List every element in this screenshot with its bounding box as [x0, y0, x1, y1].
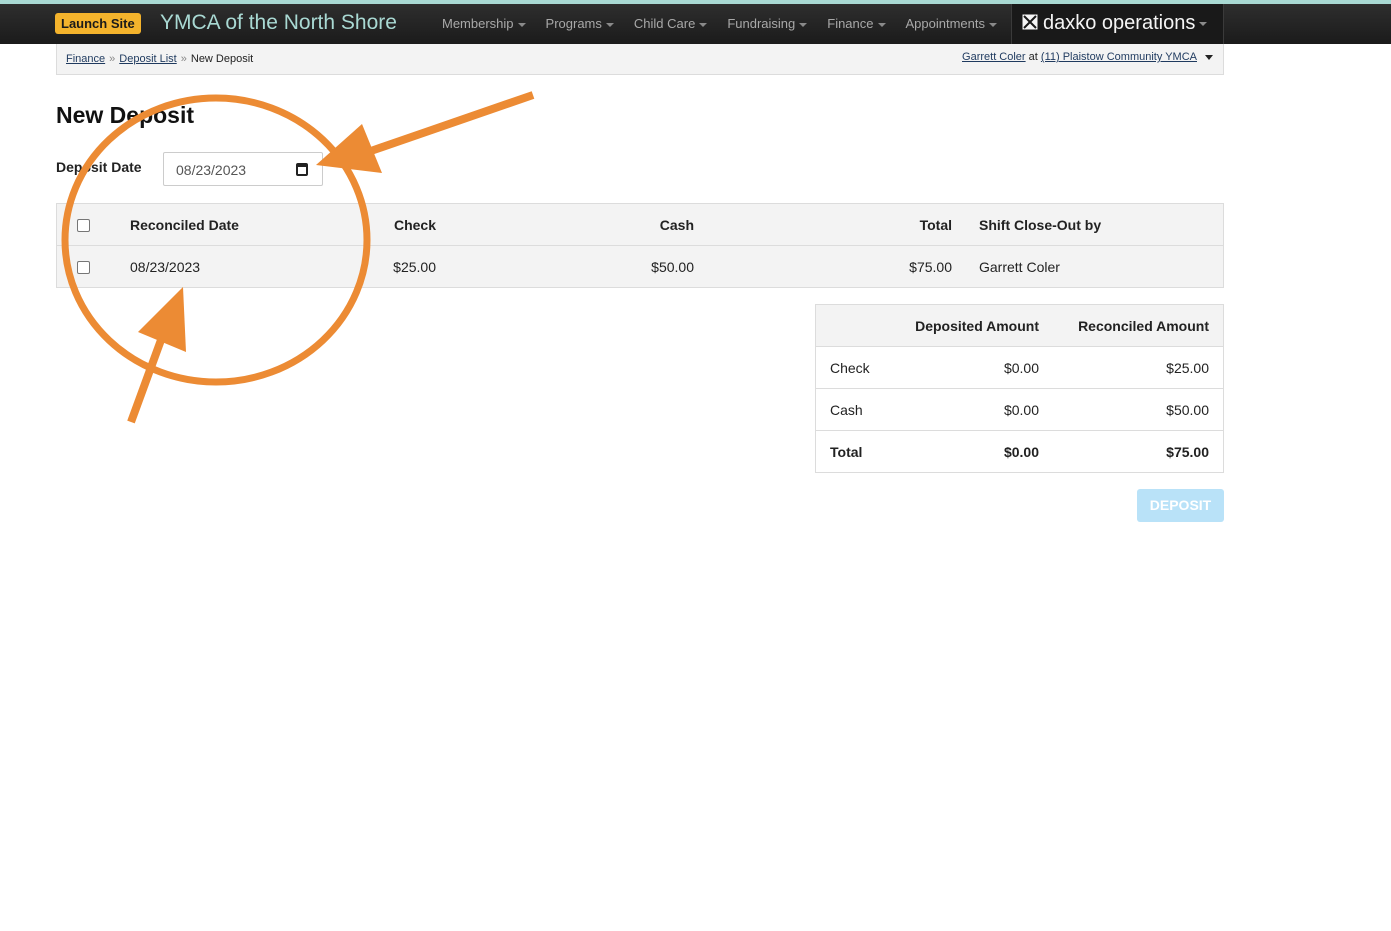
breadcrumb-bar: Finance» Deposit List» New Deposit Garrett…: [56, 44, 1224, 75]
summary-row-cash: Cash $0.00 $50.00: [816, 389, 1223, 431]
chevron-down-icon: [605, 22, 614, 27]
menu-child-care[interactable]: Child Care: [624, 4, 717, 44]
arrow-left-head-icon: [138, 287, 186, 352]
top-navbar: Launch Site YMCA of the North Shore Memb…: [0, 4, 1391, 44]
column-header-closed-by[interactable]: Shift Close-Out by: [979, 204, 1101, 246]
select-all-checkbox[interactable]: [77, 219, 90, 232]
deposit-date-label: Deposit Date: [56, 159, 142, 175]
user-name-link[interactable]: Garrett Coler: [962, 51, 1026, 63]
summary-deposited-value: $0.00: [1003, 444, 1039, 460]
menu-programs[interactable]: Programs: [536, 4, 624, 44]
cell-closed-by: Garrett Coler: [979, 259, 1060, 275]
chevron-down-icon: [517, 22, 526, 27]
chevron-down-icon: [699, 22, 708, 27]
arrow-right-head-icon: [316, 124, 382, 173]
summary-reconciled-value: $75.00: [1166, 444, 1209, 460]
table-row[interactable]: 08/23/2023 $25.00 $50.00 $75.00 Garrett …: [57, 246, 1223, 288]
summary-header-row: Deposited Amount Reconciled Amount: [816, 305, 1223, 347]
menu-label: Finance: [827, 16, 874, 31]
column-header-total[interactable]: Total: [920, 204, 952, 246]
summary-label: Total: [830, 444, 863, 460]
cell-reconciled-date: 08/23/2023: [130, 259, 201, 275]
chevron-down-icon: [1199, 21, 1208, 26]
launch-site-button[interactable]: Launch Site: [55, 13, 141, 34]
summary-label: Check: [830, 360, 870, 376]
menu-label: Child Care: [633, 16, 696, 31]
menu-label: Fundraising: [727, 16, 796, 31]
calendar-icon[interactable]: [296, 163, 308, 176]
column-header-cash[interactable]: Cash: [660, 204, 694, 246]
row-checkbox[interactable]: [77, 261, 90, 274]
deposit-date-input[interactable]: 08/23/2023: [163, 152, 323, 186]
menu-label: Programs: [545, 16, 602, 31]
menu-finance[interactable]: Finance: [817, 4, 895, 44]
breadcrumb-deposit-list[interactable]: Deposit List: [119, 53, 176, 65]
column-header-check[interactable]: Check: [394, 204, 436, 246]
brand-title[interactable]: YMCA of the North Shore: [160, 10, 397, 36]
shift-closeout-table: Reconciled Date Check Cash Total Shift C…: [56, 203, 1224, 288]
breadcrumb: Finance» Deposit List» New Deposit: [66, 53, 253, 65]
cell-check: $25.00: [393, 259, 436, 275]
product-name: daxko operations: [1043, 12, 1196, 34]
product-switcher[interactable]: daxko operations: [1011, 4, 1224, 44]
summary-header-deposited: Deposited Amount: [915, 318, 1039, 334]
page-title: New Deposit: [56, 102, 195, 128]
breadcrumb-separator-icon: »: [180, 53, 187, 65]
cell-cash: $50.00: [651, 259, 694, 275]
breadcrumb-current: New Deposit: [190, 53, 254, 65]
user-at-text: at: [1028, 51, 1038, 63]
deposit-date-value: 08/23/2023: [176, 162, 247, 178]
chevron-down-icon: [877, 22, 886, 27]
summary-deposited-value: $0.00: [1003, 360, 1039, 376]
menu-label: Membership: [442, 16, 514, 31]
summary-label: Cash: [830, 402, 863, 418]
breadcrumb-separator-icon: »: [109, 53, 116, 65]
chevron-down-icon: [799, 22, 808, 27]
summary-reconciled-value: $25.00: [1166, 360, 1209, 376]
summary-row-check: Check $0.00 $25.00: [816, 347, 1223, 389]
deposit-summary-table: Deposited Amount Reconciled Amount Check…: [815, 304, 1224, 473]
menu-label: Appointments: [905, 16, 986, 31]
summary-row-total: Total $0.00 $75.00: [816, 431, 1223, 473]
summary-deposited-value: $0.00: [1003, 402, 1039, 418]
deposit-button[interactable]: DEPOSIT: [1137, 489, 1224, 522]
summary-reconciled-value: $50.00: [1166, 402, 1209, 418]
arrow-shaft: [366, 91, 535, 156]
cell-total: $75.00: [909, 259, 952, 275]
menu-membership[interactable]: Membership: [432, 4, 536, 44]
main-menu: Membership Programs Child Care Fundraisi…: [432, 4, 1007, 44]
table-header-row: Reconciled Date Check Cash Total Shift C…: [57, 204, 1223, 246]
arrow-shaft: [127, 338, 165, 424]
summary-header-reconciled: Reconciled Amount: [1078, 318, 1209, 334]
chevron-down-icon: [989, 22, 997, 27]
column-header-reconciled-date[interactable]: Reconciled Date: [130, 204, 239, 246]
user-location: Garrett Coler at (11) Plaistow Community…: [962, 51, 1213, 63]
menu-fundraising[interactable]: Fundraising: [717, 4, 817, 44]
location-dropdown-icon[interactable]: [1205, 54, 1213, 60]
breadcrumb-finance[interactable]: Finance: [66, 53, 105, 65]
menu-appointments[interactable]: Appointments: [896, 4, 1008, 44]
location-link[interactable]: (11) Plaistow Community YMCA: [1041, 51, 1197, 63]
daxko-logo-icon: [1022, 14, 1038, 30]
